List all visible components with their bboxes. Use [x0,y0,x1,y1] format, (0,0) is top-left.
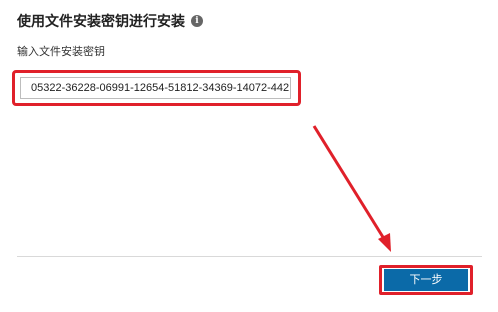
divider [17,256,482,257]
info-icon[interactable]: i [191,15,203,27]
page-title: 使用文件安装密钥进行安装 [17,13,185,29]
key-field-label: 输入文件安装密钥 [17,46,105,58]
title-row: 使用文件安装密钥进行安装 i [17,11,203,31]
install-key-input[interactable] [20,77,291,99]
next-button[interactable]: 下一步 [384,269,468,291]
install-key-page: 使用文件安装密钥进行安装 i 输入文件安装密钥 下一步 [0,0,498,312]
